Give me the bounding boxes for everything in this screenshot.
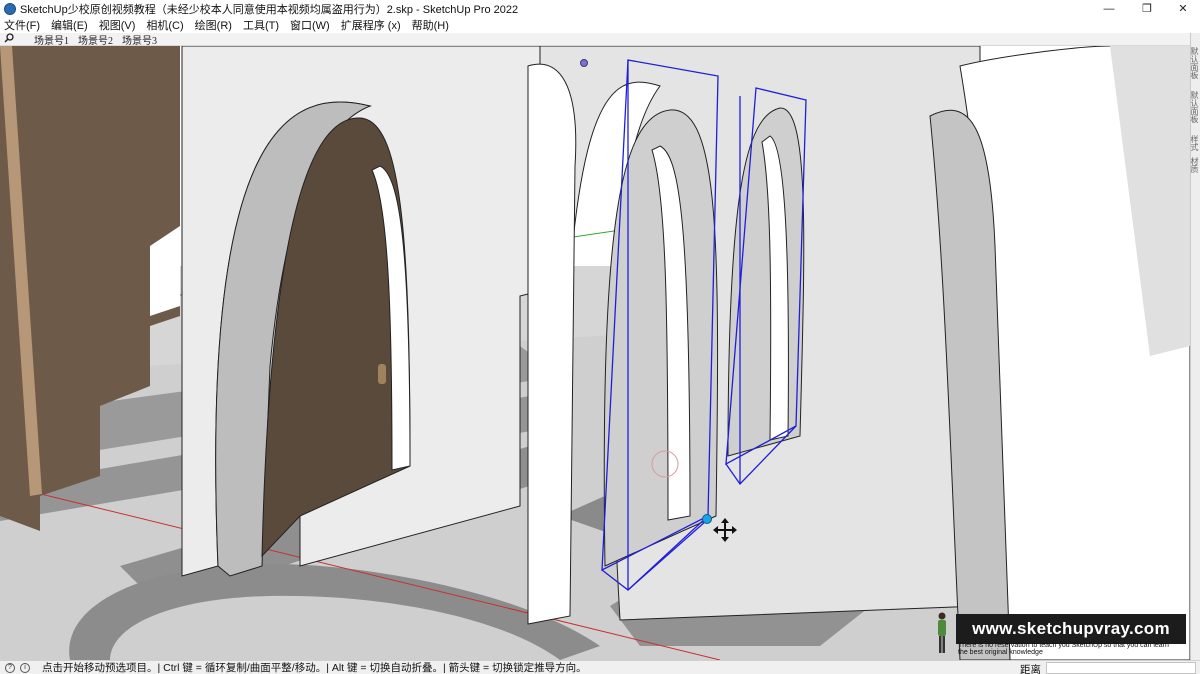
status-hint: 点击开始移动预选项目。| Ctrl 键 = 循环复制/曲面平整/移动。| Alt… xyxy=(42,662,587,674)
search-icon[interactable] xyxy=(4,33,16,45)
close-button[interactable]: ✕ xyxy=(1166,0,1200,17)
measurements-label: 距离 xyxy=(1020,664,1041,674)
watermark-line1: There is no reservation to teach you Ske… xyxy=(958,642,1169,649)
watermark-line2: the best original knowledge xyxy=(958,649,1043,656)
presenter-figure xyxy=(938,612,946,653)
menu-bar: 文件(F) 编辑(E) 视图(V) 相机(C) 绘图(R) 工具(T) 窗口(W… xyxy=(0,17,1200,33)
menu-draw[interactable]: 绘图(R) xyxy=(195,17,232,33)
sketchup-app-icon xyxy=(4,2,16,15)
restore-button[interactable]: ❐ xyxy=(1130,0,1164,17)
tray-tab-styles[interactable]: 样式 xyxy=(1190,135,1200,151)
menu-window[interactable]: 窗口(W) xyxy=(290,17,330,33)
minimize-button[interactable]: — xyxy=(1092,0,1126,17)
window-title: SketchUp少校原创视频教程（未经少校本人同意使用本视频均属盗用行为）2.s… xyxy=(20,3,519,16)
scene-tabs-bar: 场景号1 场景号2 场景号3 xyxy=(0,32,1200,47)
status-bar: ? i 点击开始移动预选项目。| Ctrl 键 = 循环复制/曲面平整/移动。|… xyxy=(0,660,1200,674)
menu-tools[interactable]: 工具(T) xyxy=(243,17,279,33)
scene-tab-1[interactable]: 场景号1 xyxy=(34,32,69,47)
title-bar: SketchUp少校原创视频教程（未经少校本人同意使用本视频均属盗用行为）2.s… xyxy=(0,0,1200,17)
info-icon[interactable]: i xyxy=(20,662,30,673)
arch-wall-2-pier xyxy=(527,63,577,625)
menu-help[interactable]: 帮助(H) xyxy=(412,17,449,33)
small-object xyxy=(378,364,386,384)
default-tray: 默认面板 默认面板 样式 材质 xyxy=(1190,33,1200,660)
menu-extensions[interactable]: 扩展程序 (x) xyxy=(341,17,401,33)
scene-drawing[interactable] xyxy=(0,46,1190,660)
scene-tab-2[interactable]: 场景号2 xyxy=(78,32,113,47)
watermark-site: www.sketchupvray.com xyxy=(956,614,1186,644)
grip-point xyxy=(702,514,712,524)
modeling-viewport[interactable] xyxy=(0,46,1190,660)
scene-tab-3[interactable]: 场景号3 xyxy=(122,32,157,47)
inference-point xyxy=(580,59,588,67)
tray-tab[interactable]: 默认面板 xyxy=(1190,91,1200,123)
tray-tab[interactable]: 默认面板 xyxy=(1190,47,1200,79)
watermark: www.sketchupvray.com There is no reserva… xyxy=(956,614,1186,658)
geolocation-icon[interactable]: ? xyxy=(5,662,15,673)
measurements-input[interactable] xyxy=(1046,662,1196,674)
tray-tab-materials[interactable]: 材质 xyxy=(1190,157,1200,173)
